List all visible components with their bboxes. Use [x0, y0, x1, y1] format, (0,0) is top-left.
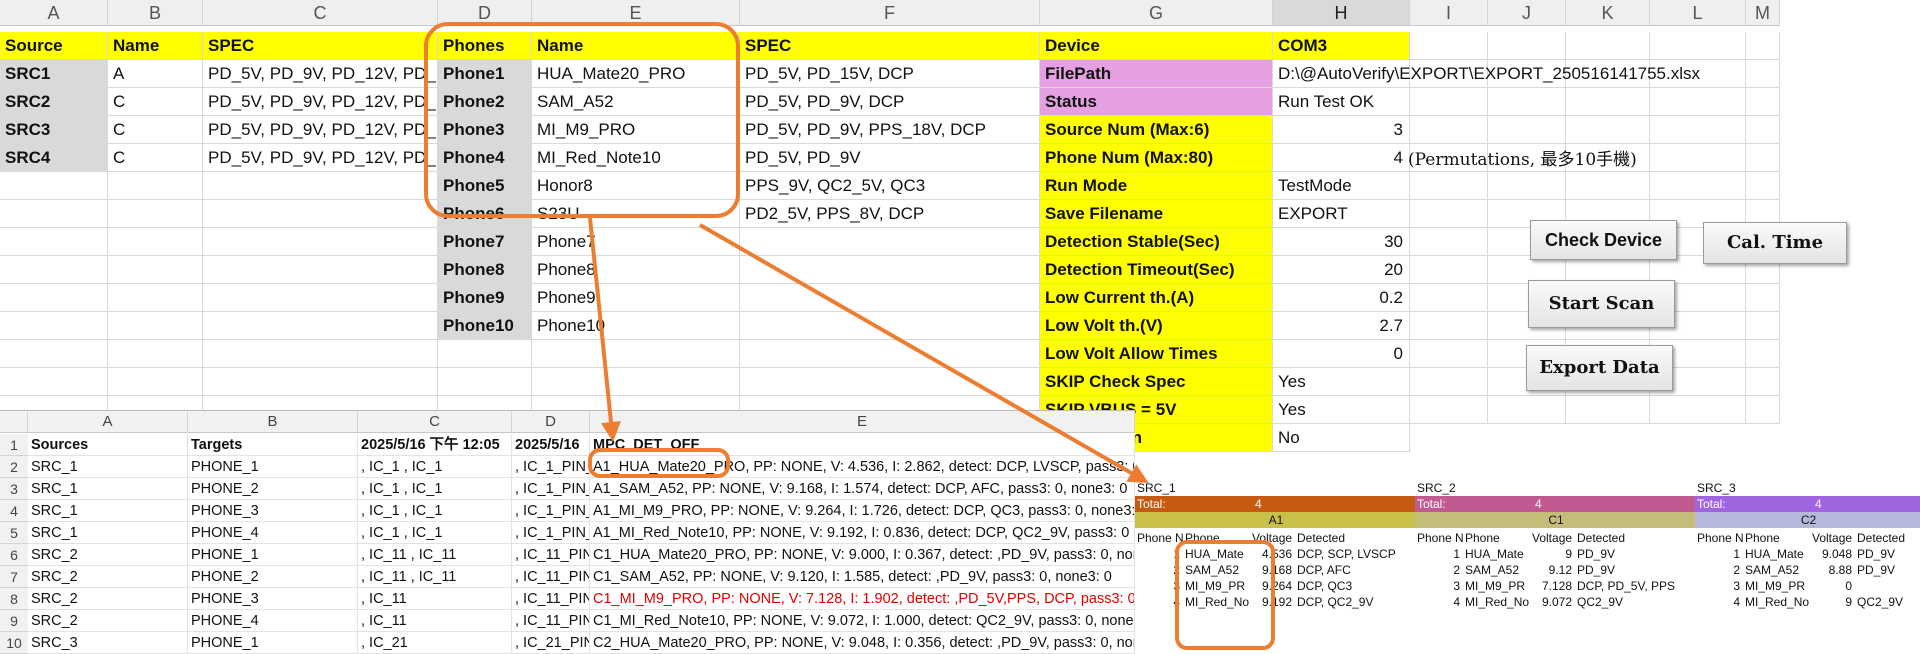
- arrow-to-log: [588, 217, 621, 442]
- annotation-arrows: [588, 217, 1149, 483]
- arrow-to-summary: [699, 223, 1149, 483]
- device-value-cell[interactable]: D:\@AutoVerify\EXPORT\EXPORT_25051614175…: [1273, 60, 1753, 88]
